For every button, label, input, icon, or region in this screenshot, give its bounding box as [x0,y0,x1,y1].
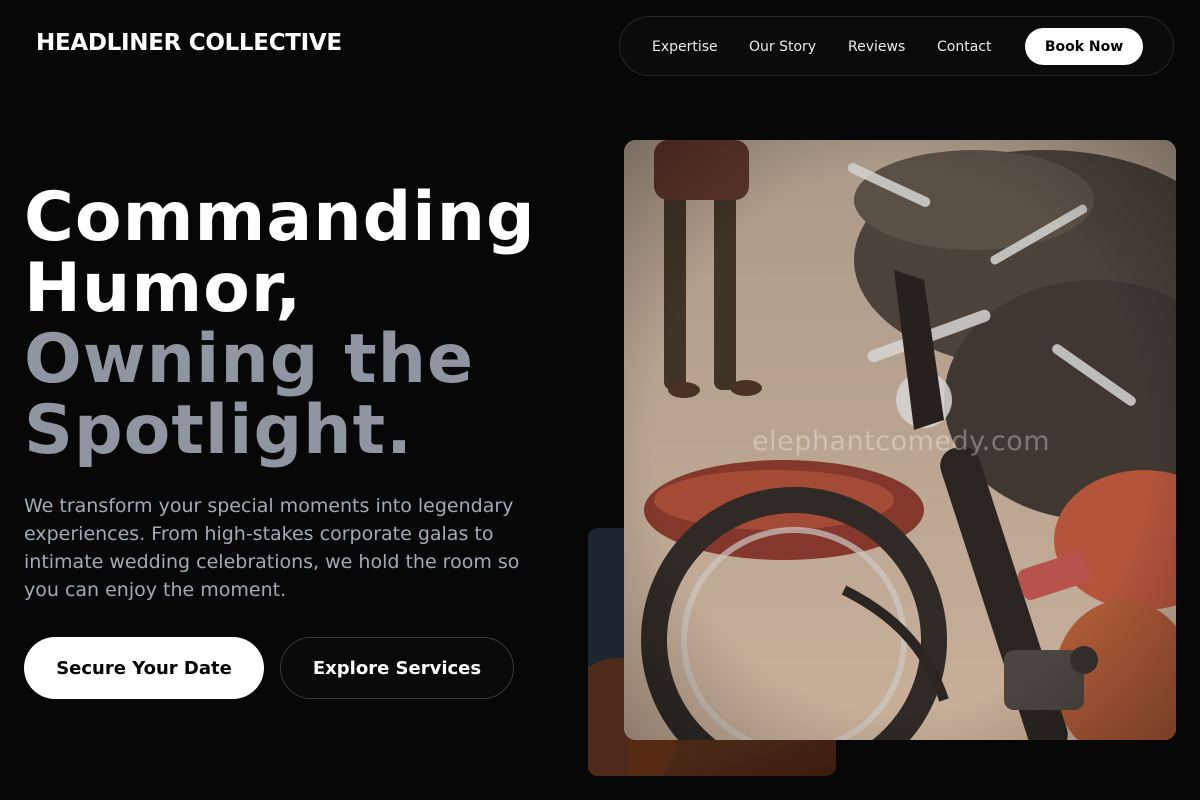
nav-link-reviews[interactable]: Reviews [848,39,905,55]
secure-your-date-button[interactable]: Secure Your Date [24,637,264,699]
nav-link-our-story[interactable]: Our Story [749,39,816,55]
hero-description: We transform your special moments into l… [24,495,520,601]
headline-line-1: Commanding [24,178,536,257]
nav-link-contact[interactable]: Contact [937,39,991,55]
nav-link-expertise[interactable]: Expertise [652,39,718,55]
brand-logo[interactable]: HEADLINER COLLECTIVE [36,30,342,56]
top-nav: Expertise Our Story Reviews Contact Book… [619,16,1174,76]
headline-line-3: Owning the [24,320,475,399]
headline-line-4: Spotlight. [24,391,413,470]
hero-headline: Commanding Humor, Owning the Spotlight. [24,182,536,466]
explore-services-button[interactable]: Explore Services [280,637,514,699]
photo-watermark: elephantcomedy.com [752,426,1051,457]
headline-line-2: Humor, [24,249,303,328]
hero-photo: elephantcomedy.com [624,140,1176,740]
book-now-button[interactable]: Book Now [1025,28,1143,65]
